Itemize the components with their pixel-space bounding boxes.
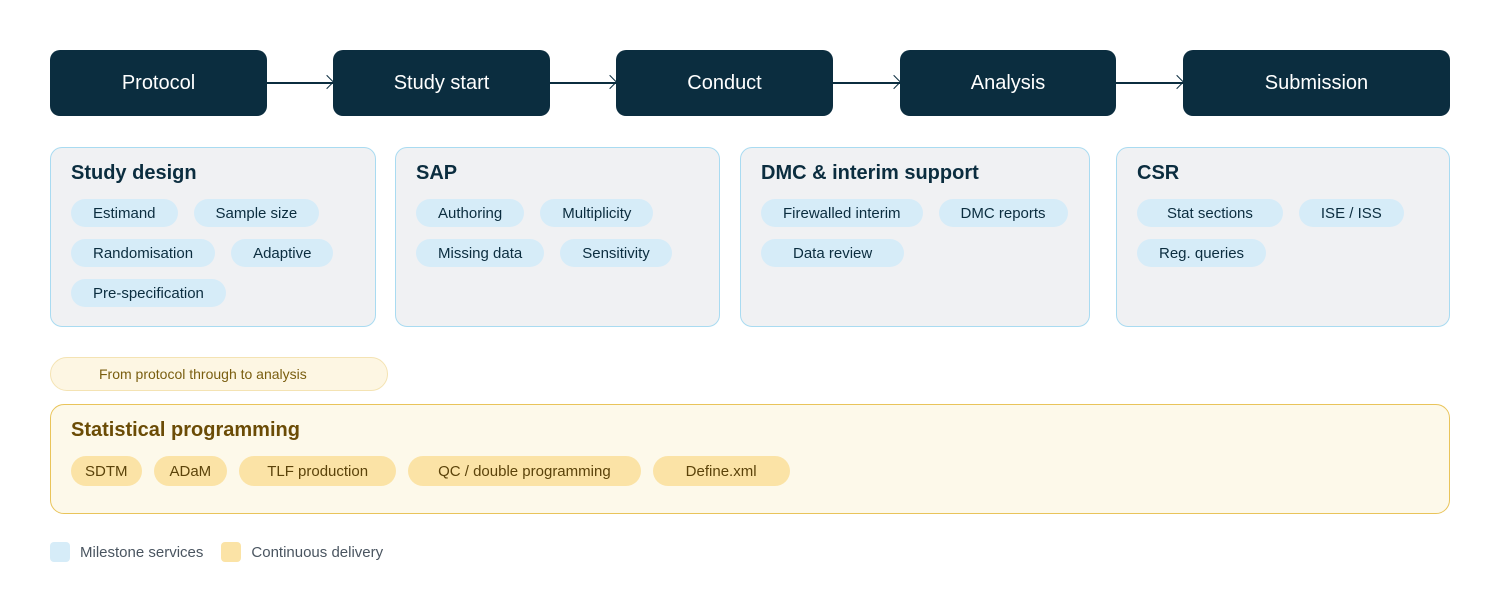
legend-item-continuous: Continuous delivery [221, 542, 383, 562]
legend-swatch [221, 542, 242, 562]
pill-group: Estimand Sample size Randomisation Adapt… [71, 199, 355, 307]
service-pill: Stat sections [1137, 199, 1283, 227]
card-title: SAP [416, 162, 458, 184]
legend-label: Milestone services [80, 543, 204, 561]
flow-arrow [267, 82, 333, 84]
service-pill: Missing data [416, 239, 545, 267]
flow-arrow [550, 82, 616, 84]
service-pill: Sample size [193, 199, 320, 227]
programming-panel: Statistical programming SDTM ADaM TLF pr… [50, 404, 1450, 514]
service-pill: Randomisation [71, 239, 216, 267]
service-pill: Adaptive [231, 239, 334, 267]
legend: Milestone services Continuous delivery [50, 542, 391, 562]
service-pill: Estimand [71, 199, 178, 227]
pill-group: Authoring Multiplicity Missing data Sens… [416, 199, 699, 267]
service-pill: Sensitivity [560, 239, 672, 267]
service-pill: DMC reports [938, 199, 1068, 227]
legend-item-milestone: Milestone services [50, 542, 203, 562]
stage-conduct: Conduct [616, 50, 833, 116]
service-pill: Pre-specification [71, 279, 226, 307]
card-dmc-interim: DMC & interim support Firewalled interim… [740, 147, 1090, 327]
pill-group: Firewalled interim DMC reports Data revi… [761, 199, 1069, 267]
stage-submission: Submission [1183, 50, 1450, 116]
stage-label: Conduct [687, 71, 762, 94]
pill-group: SDTM ADaM TLF production QC / double pro… [71, 456, 1429, 486]
programming-pill: ADaM [153, 456, 228, 486]
card-title: DMC & interim support [761, 162, 979, 184]
card-title: Study design [71, 162, 197, 184]
programming-title: Statistical programming [71, 419, 300, 441]
service-pill: ISE / ISS [1298, 199, 1404, 227]
pill-group: Stat sections ISE / ISS Reg. queries [1137, 199, 1429, 267]
card-title: CSR [1137, 162, 1180, 184]
card-sap: SAP Authoring Multiplicity Missing data … [395, 147, 720, 327]
service-pill: Data review [761, 239, 905, 267]
flow-arrow [1116, 82, 1183, 84]
programming-pill: SDTM [71, 456, 142, 486]
programming-pill: TLF production [239, 456, 397, 486]
service-pill: Firewalled interim [761, 199, 923, 227]
stage-label: Protocol [121, 71, 196, 94]
stage-label: Submission [1264, 71, 1369, 94]
service-pill: Reg. queries [1137, 239, 1267, 267]
stage-study-start: Study start [333, 50, 550, 116]
service-pill: Authoring [416, 199, 525, 227]
flow-arrow [833, 82, 900, 84]
programming-pill: Define.xml [652, 456, 790, 486]
card-csr: CSR Stat sections ISE / ISS Reg. queries [1116, 147, 1450, 327]
stage-analysis: Analysis [900, 50, 1116, 116]
card-study-design: Study design Estimand Sample size Random… [50, 147, 376, 327]
programming-pill: QC / double programming [408, 456, 641, 486]
continuous-tag: From protocol through to analysis [50, 357, 388, 391]
stage-label: Study start [393, 71, 490, 94]
stage-label: Analysis [970, 71, 1046, 94]
stage-protocol: Protocol [50, 50, 267, 116]
service-pill: Multiplicity [540, 199, 654, 227]
legend-swatch [50, 542, 70, 562]
legend-label: Continuous delivery [251, 543, 384, 561]
